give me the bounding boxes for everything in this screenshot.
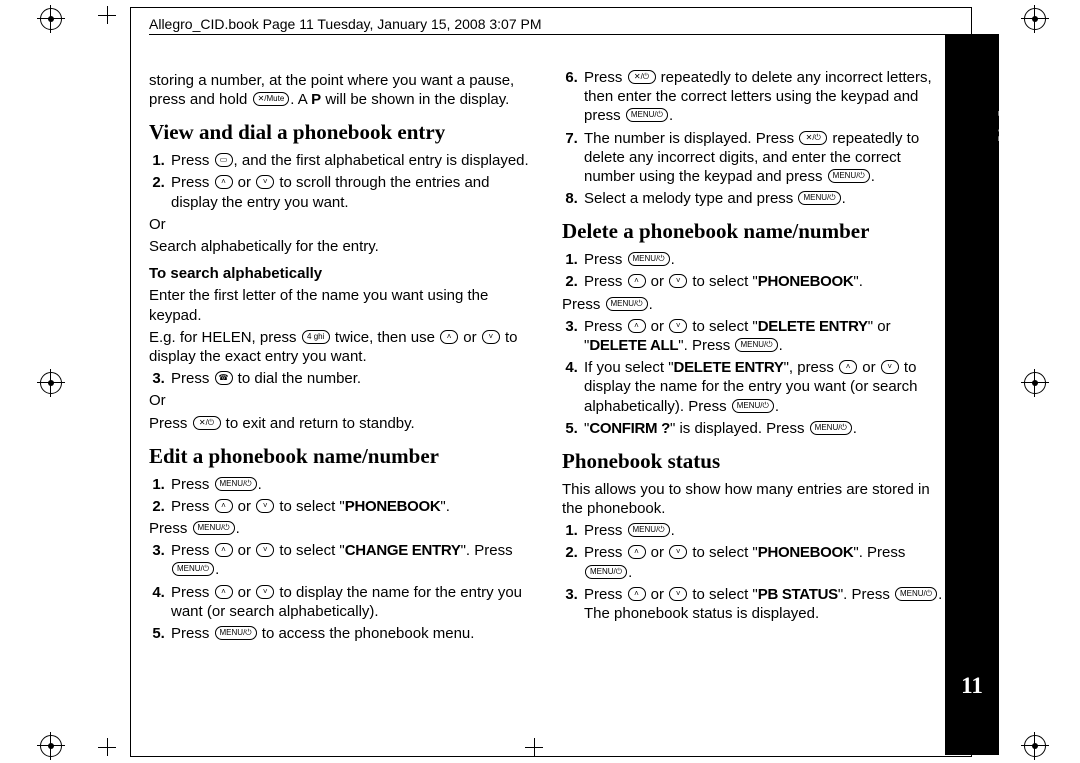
search-line: Search alphabetically for the entry. [149,237,536,256]
heading-status: Phonebook status [562,448,949,475]
up-key-icon: ˄ [440,330,458,344]
para: Press ✕/⏻ to exit and return to standby. [149,414,536,433]
list-item: "CONFIRM ?" is displayed. Press MENU/⏻. [582,419,949,438]
list-item: Press ˄ or ˅ to select "PHONEBOOK". [582,272,949,291]
up-key-icon: ˄ [628,587,646,601]
up-key-icon: ˄ [215,543,233,557]
down-key-icon: ˅ [256,499,274,513]
list-item: Press MENU/⏻. [169,475,536,494]
mute-key-icon: ✕/Mute [253,92,290,106]
crop-mark [98,6,116,24]
menu-key-icon: MENU/⏻ [828,169,870,183]
list-item: Press ˄ or ˅ to select "DELETE ENTRY" or… [582,317,949,355]
header-rule [149,34,999,35]
list-item: Press ☎ to dial the number. [169,369,536,388]
list-item: Press ˄ or ˅ to select "CHANGE ENTRY". P… [169,541,536,579]
up-key-icon: ˄ [628,319,646,333]
down-key-icon: ˅ [482,330,500,344]
menu-key-icon: MENU/⏻ [606,297,648,311]
down-key-icon: ˅ [256,175,274,189]
list-item: Press ˄ or ˅ to scroll through the entri… [169,173,536,211]
phonebook-key-icon: ▭ [215,153,233,167]
down-key-icon: ˅ [669,587,687,601]
para: This allows you to show how many entries… [562,480,949,518]
list-item: Press ˄ or ˅ to select "PHONEBOOK". Pres… [582,543,949,581]
cancel-key-icon: ✕/⏻ [799,131,827,145]
menu-key-icon: MENU/⏻ [810,421,852,435]
down-key-icon: ˅ [669,319,687,333]
heading-edit: Edit a phonebook name/number [149,443,536,470]
menu-key-icon: MENU/⏻ [585,565,627,579]
down-key-icon: ˅ [256,543,274,557]
list-item: Press ▭, and the first alphabetical entr… [169,151,536,170]
list-item: Select a melody type and press MENU/⏻. [582,189,949,208]
list-item: Press MENU/⏻. [582,521,949,540]
list-item: Press ✕/⏻ repeatedly to delete any incor… [582,68,949,126]
menu-key-icon: MENU/⏻ [798,191,840,205]
list-item: If you select "DELETE ENTRY", press ˄ or… [582,358,949,416]
tab-page-number: 11 [945,673,999,699]
list-item: Press ˄ or ˅ to select "PB STATUS". Pres… [582,585,949,623]
page-frame: Allegro_CID.book Page 11 Tuesday, Januar… [130,7,972,757]
list-item: Press MENU/⏻ to access the phonebook men… [169,624,536,643]
menu-key-icon: MENU/⏻ [172,562,214,576]
up-key-icon: ˄ [628,545,646,559]
list-item: Press MENU/⏻. [582,250,949,269]
para: Press MENU/⏻. [149,519,536,538]
heading-view-dial: View and dial a phonebook entry [149,119,536,146]
header-meta: Allegro_CID.book Page 11 Tuesday, Januar… [149,16,542,32]
reg-mark [1024,372,1046,394]
body-content: storing a number, at the point where you… [149,68,949,643]
or-text: Or [149,391,536,410]
down-key-icon: ˅ [256,585,274,599]
sub-heading: To search alphabetically [149,264,536,283]
list-item: Press ˄ or ˅ to select "PHONEBOOK". [169,497,536,516]
cancel-key-icon: ✕/⏻ [628,70,656,84]
up-key-icon: ˄ [839,360,857,374]
menu-key-icon: MENU/⏻ [732,399,774,413]
down-key-icon: ˅ [669,274,687,288]
para: Press MENU/⏻. [562,295,949,314]
cancel-key-icon: ✕/⏻ [193,416,221,430]
para: Enter the first letter of the name you w… [149,286,536,324]
para: E.g. for HELEN, press 4 ghi twice, then … [149,328,536,366]
menu-key-icon: MENU/⏻ [215,477,257,491]
down-key-icon: ˅ [881,360,899,374]
tab-language: English [995,102,1023,186]
up-key-icon: ˄ [628,274,646,288]
up-key-icon: ˄ [215,585,233,599]
four-key-icon: 4 ghi [302,330,330,344]
up-key-icon: ˄ [215,499,233,513]
reg-mark [40,372,62,394]
list-item: Press ˄ or ˅ to display the name for the… [169,583,536,621]
menu-key-icon: MENU/⏻ [626,108,668,122]
reg-mark [1024,8,1046,30]
up-key-icon: ˄ [215,175,233,189]
reg-mark [40,735,62,757]
reg-mark [40,8,62,30]
menu-key-icon: MENU/⏻ [215,626,257,640]
reg-mark [1024,735,1046,757]
intro-para: storing a number, at the point where you… [149,71,536,109]
side-tab: English 11 [945,35,999,755]
heading-delete: Delete a phonebook name/number [562,218,949,245]
or-text: Or [149,215,536,234]
crop-mark [98,738,116,756]
list-item: The number is displayed. Press ✕/⏻ repea… [582,129,949,187]
down-key-icon: ˅ [669,545,687,559]
menu-key-icon: MENU/⏻ [895,587,937,601]
menu-key-icon: MENU/⏻ [628,252,670,266]
menu-key-icon: MENU/⏻ [193,521,235,535]
menu-key-icon: MENU/⏻ [735,338,777,352]
menu-key-icon: MENU/⏻ [628,523,670,537]
talk-key-icon: ☎ [215,371,233,385]
